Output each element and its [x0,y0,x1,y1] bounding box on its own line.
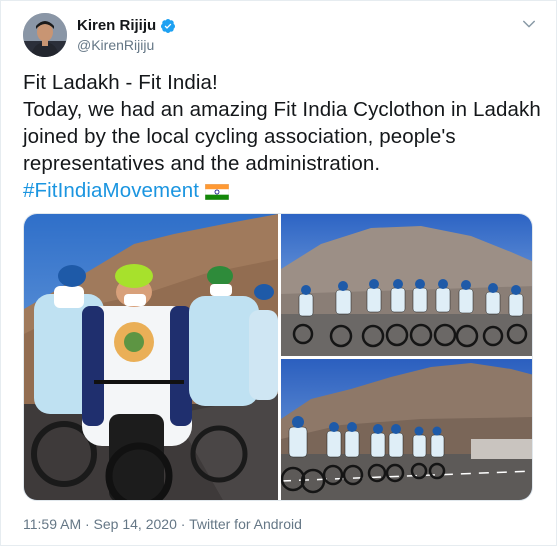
author-info: Kiren Rijiju @KirenRijiju [77,17,176,53]
media-grid [23,213,533,501]
hashtag-link[interactable]: #FitIndiaMovement [23,179,199,202]
tweet-line: Today, we had an amazing Fit India Cyclo… [23,98,541,121]
meta-separator: · [176,516,190,532]
tweet-text: Fit Ladakh - Fit India! Today, we had an… [23,69,543,204]
tweet-header: Kiren Rijiju @KirenRijiju [23,13,538,59]
avatar[interactable] [23,13,67,57]
tweet-meta: 11:59 AM · Sep 14, 2020 · Twitter for An… [23,516,302,532]
author-name[interactable]: Kiren Rijiju [77,17,156,34]
photo-image [281,359,532,500]
photo-cyclists-closeup[interactable] [24,214,278,500]
author-handle[interactable]: @KirenRijiju [77,37,176,53]
photo-cyclists-group[interactable] [281,214,532,356]
tweet-timestamp[interactable]: 11:59 AM · Sep 14, 2020 [23,516,177,532]
author-name-row: Kiren Rijiju [77,17,176,34]
tweet-source[interactable]: Twitter for Android [189,516,302,532]
tweet-card: Kiren Rijiju @KirenRijiju Fit Ladakh - F… [0,0,557,546]
tweet-line: representatives and the administration. [23,152,381,175]
tweet-line: Fit Ladakh - Fit India! [23,71,218,94]
photo-image [24,214,278,500]
india-flag-icon [205,184,230,200]
hashtag-line: #FitIndiaMovement [23,177,543,204]
verified-badge-icon [161,18,176,33]
photo-image [281,214,532,356]
chevron-down-icon[interactable] [520,15,538,33]
tweet-line: joined by the local cycling association,… [23,125,456,148]
photo-cyclists-road[interactable] [281,359,532,500]
avatar-image [23,13,67,57]
